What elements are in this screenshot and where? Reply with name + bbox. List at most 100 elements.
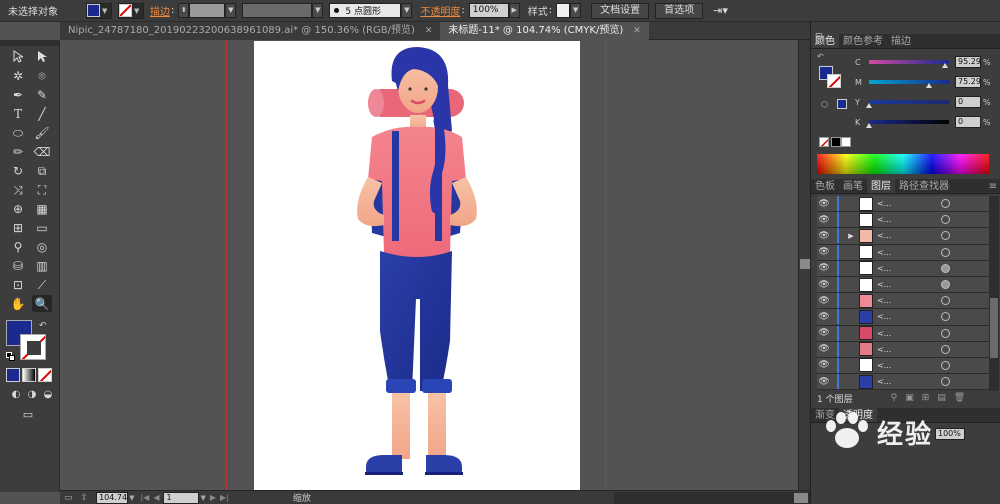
- next-artboard-icon[interactable]: ▶: [210, 493, 216, 502]
- selection-tool-icon[interactable]: [8, 48, 28, 65]
- scale-tool-icon[interactable]: ⧉: [32, 162, 52, 179]
- status-info-icon[interactable]: ▭: [64, 493, 73, 503]
- visibility-eye-icon[interactable]: 👁: [817, 215, 831, 225]
- stroke-weight-stepper[interactable]: ⬍: [178, 3, 190, 18]
- slider-knob[interactable]: [866, 123, 872, 128]
- layer-row[interactable]: 👁 <...: [817, 196, 989, 213]
- tab-untitled-11[interactable]: 未标题-11* @ 104.74% (CMYK/预览) ✕: [440, 22, 649, 40]
- layer-name[interactable]: <...: [877, 264, 927, 273]
- color-mode-button[interactable]: [6, 368, 20, 382]
- slider-knob[interactable]: [866, 103, 872, 108]
- artboard-tool-icon[interactable]: ⊡: [8, 276, 28, 293]
- tab-pathfinder[interactable]: 路径查找器: [895, 179, 953, 193]
- canvas-vertical-scrollbar[interactable]: [798, 40, 810, 490]
- channel-y-slider[interactable]: [866, 100, 949, 108]
- target-circle-icon[interactable]: [941, 296, 950, 306]
- opacity-dropdown[interactable]: ▶: [508, 3, 520, 18]
- tools-panel-grip[interactable]: [0, 40, 60, 46]
- layer-name[interactable]: <...: [877, 345, 927, 354]
- target-circle-icon[interactable]: [941, 344, 950, 354]
- shape-builder-tool-icon[interactable]: ⊕: [8, 200, 28, 217]
- scrollbar-thumb[interactable]: [794, 492, 808, 503]
- direct-selection-tool-icon[interactable]: [32, 48, 52, 65]
- layer-name[interactable]: <...: [877, 248, 927, 257]
- visibility-eye-icon[interactable]: 👁: [817, 247, 831, 257]
- brush-definition-dropdown[interactable]: 5 点圆形: [329, 3, 402, 18]
- document-canvas[interactable]: [60, 40, 798, 490]
- tab-color-guide[interactable]: 颜色参考: [839, 34, 887, 48]
- magic-wand-tool-icon[interactable]: ✲: [8, 67, 28, 84]
- color-spectrum[interactable]: [817, 154, 989, 174]
- eyedropper-tool-icon[interactable]: ⚲: [8, 238, 28, 255]
- layer-name[interactable]: <...: [877, 231, 927, 240]
- zoom-level-input[interactable]: 104.74: [96, 491, 129, 504]
- curvature-tool-icon[interactable]: ✎: [32, 86, 52, 103]
- layer-name[interactable]: <...: [877, 312, 927, 321]
- arrange-documents-icon[interactable]: ⇥▾: [713, 4, 728, 17]
- variable-width-profile[interactable]: [242, 3, 313, 18]
- lasso-tool-icon[interactable]: ⌾: [32, 67, 52, 84]
- collapse-panel-icon[interactable]: ⊟: [815, 32, 823, 42]
- gradient-tool-icon[interactable]: ▭: [32, 219, 52, 236]
- document-settings-button[interactable]: 文档设置: [591, 2, 650, 19]
- visibility-eye-icon[interactable]: 👁: [817, 344, 831, 354]
- layer-row[interactable]: 👁 ▶ <...: [817, 228, 989, 245]
- channel-m-input[interactable]: 75.29: [955, 76, 981, 88]
- slice-tool-icon[interactable]: ⟋: [32, 276, 52, 293]
- layer-row[interactable]: 👁 <...: [817, 374, 989, 391]
- channel-m-slider[interactable]: [869, 80, 949, 88]
- layer-name[interactable]: <...: [877, 215, 927, 224]
- make-clipping-mask-icon[interactable]: ▣: [905, 393, 914, 403]
- target-circle-icon[interactable]: [941, 377, 950, 387]
- visibility-eye-icon[interactable]: 👁: [817, 231, 831, 241]
- scrollbar-thumb[interactable]: [800, 259, 810, 269]
- line-segment-tool-icon[interactable]: ╱: [32, 105, 52, 122]
- target-circle-icon[interactable]: [941, 360, 950, 370]
- visibility-eye-icon[interactable]: 👁: [817, 263, 831, 273]
- opacity-label-link[interactable]: 不透明度: [420, 3, 460, 18]
- delete-layer-icon[interactable]: 🗑: [954, 393, 965, 403]
- expand-arrow-icon[interactable]: ▶: [845, 232, 857, 240]
- pencil-tool-icon[interactable]: ✏: [8, 143, 28, 160]
- gradient-mode-button[interactable]: [22, 368, 36, 382]
- swap-colors-icon[interactable]: ↶: [39, 321, 47, 331]
- fill-swatch-button[interactable]: ▼: [86, 2, 112, 19]
- profile-dropdown[interactable]: ▼: [312, 3, 324, 18]
- hand-tool-icon[interactable]: ✋: [8, 295, 28, 312]
- close-icon[interactable]: ✕: [425, 22, 433, 40]
- layer-row[interactable]: 👁 <...: [817, 357, 989, 375]
- locate-object-icon[interactable]: ⚲: [891, 393, 898, 403]
- brush-dropdown[interactable]: ▼: [401, 3, 413, 18]
- tab-nipic-document[interactable]: Nipic_24787180_20190223200638961089.ai* …: [60, 22, 441, 40]
- blend-tool-icon[interactable]: ◎: [32, 238, 52, 255]
- canvas-horizontal-scrollbar[interactable]: [614, 491, 810, 504]
- stroke-weight-dropdown[interactable]: ▼: [225, 3, 237, 18]
- share-icon[interactable]: ⇪: [81, 493, 89, 503]
- opacity-input[interactable]: 100%: [468, 3, 509, 18]
- default-colors-icon[interactable]: [6, 352, 15, 361]
- channel-y-input[interactable]: 0: [955, 96, 981, 108]
- artboard-number-input[interactable]: 1: [163, 491, 200, 504]
- visibility-eye-icon[interactable]: 👁: [817, 328, 831, 338]
- tab-stroke[interactable]: 描边: [887, 34, 915, 48]
- layer-row[interactable]: 👁 <...: [817, 276, 989, 294]
- width-tool-icon[interactable]: ⤨: [8, 181, 28, 198]
- none-mode-button[interactable]: [38, 368, 52, 382]
- layer-name[interactable]: <...: [877, 361, 927, 370]
- target-circle-icon[interactable]: [941, 199, 950, 209]
- new-sublayer-icon[interactable]: ⊞: [922, 393, 930, 403]
- visibility-eye-icon[interactable]: 👁: [817, 280, 831, 290]
- column-graph-tool-icon[interactable]: ▥: [32, 257, 52, 274]
- slider-knob[interactable]: [926, 83, 932, 88]
- stroke-label-link[interactable]: 描边: [150, 3, 170, 18]
- free-transform-tool-icon[interactable]: ⛶: [32, 181, 52, 198]
- rotate-tool-icon[interactable]: ↻: [8, 162, 28, 179]
- target-circle-icon[interactable]: [941, 280, 950, 290]
- graphic-style-swatch[interactable]: [556, 3, 571, 18]
- stroke-color-box[interactable]: [20, 334, 46, 360]
- visibility-eye-icon[interactable]: 👁: [817, 377, 831, 387]
- layer-row[interactable]: 👁 <...: [817, 325, 989, 342]
- new-layer-icon[interactable]: ▤: [937, 393, 946, 403]
- preferences-button[interactable]: 首选项: [655, 2, 704, 19]
- layer-name[interactable]: <...: [877, 296, 927, 305]
